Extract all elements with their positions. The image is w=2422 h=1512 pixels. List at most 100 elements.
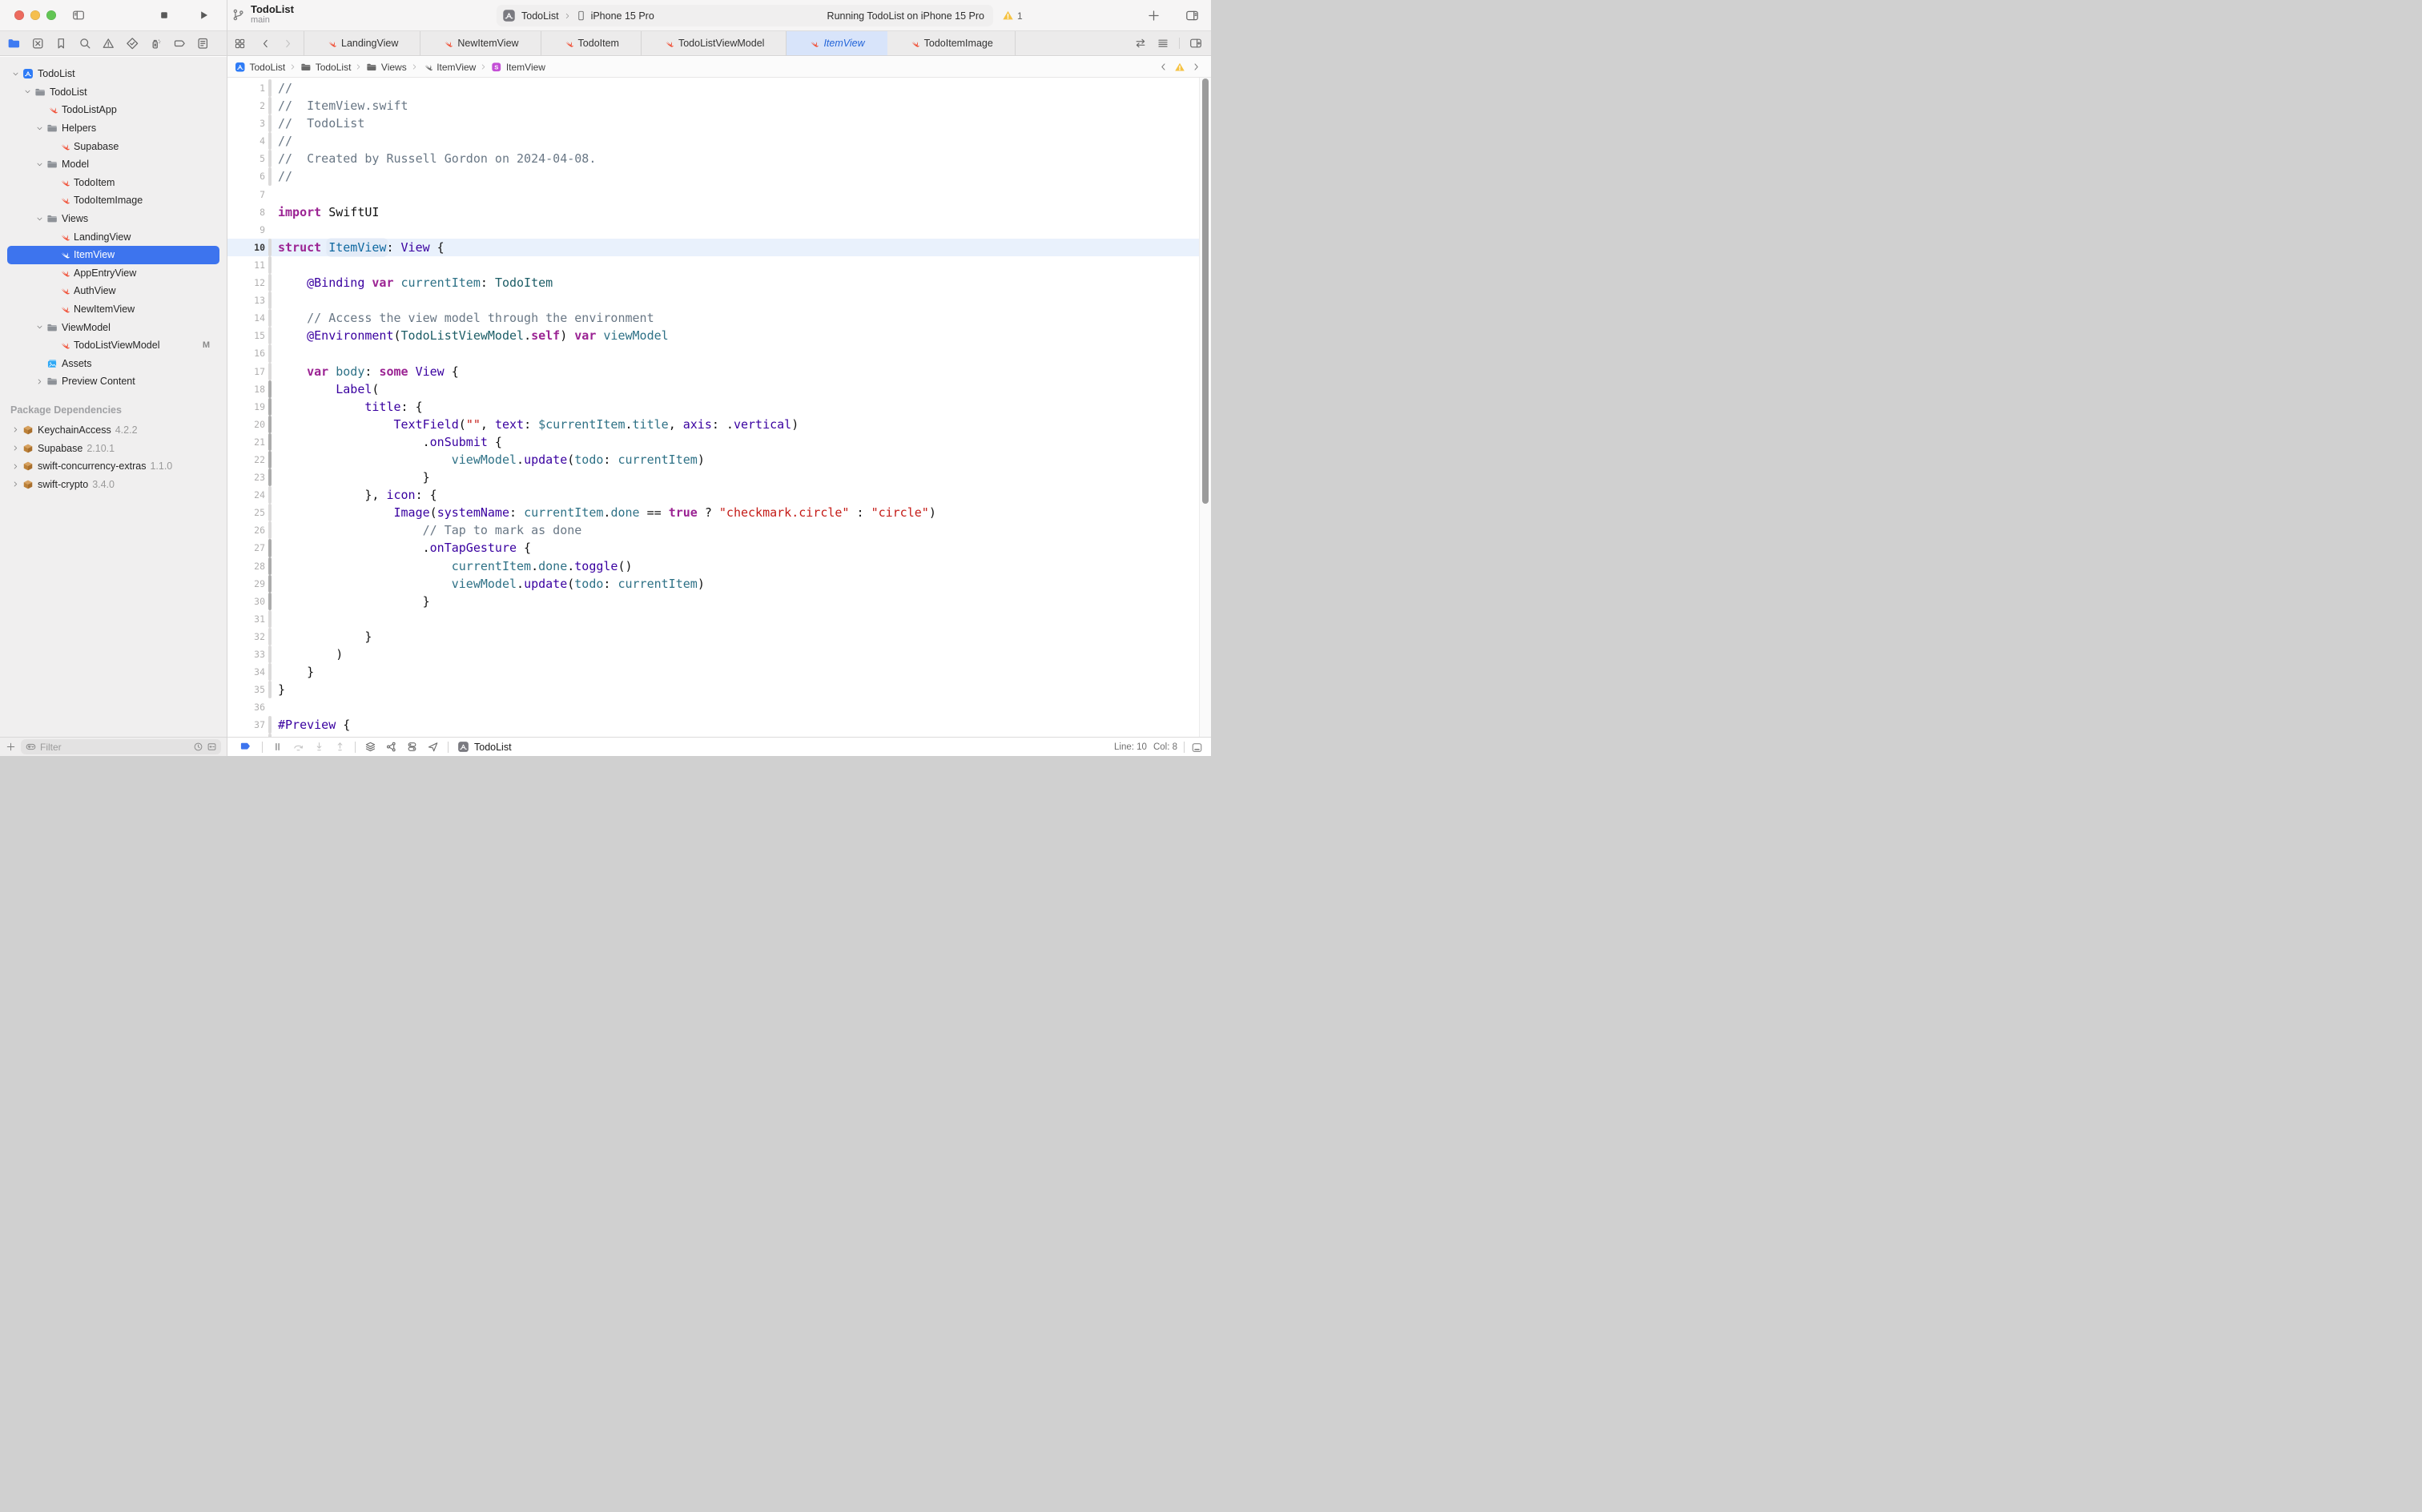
go-forward-icon[interactable]: [282, 38, 294, 50]
warning-badge[interactable]: 1: [1002, 0, 1023, 31]
code-line-26[interactable]: 26 // Tap to mark as done: [227, 521, 1211, 539]
code-line-19[interactable]: 19 title: {: [227, 398, 1211, 416]
view-hierarchy-icon[interactable]: [364, 741, 376, 753]
code-line-4[interactable]: 4//: [227, 132, 1211, 150]
bookmarks-navigator-icon[interactable]: [54, 37, 68, 50]
tree-item-helpers[interactable]: Helpers: [7, 119, 219, 138]
code-line-8[interactable]: 8import SwiftUI: [227, 203, 1211, 221]
breadcrumb-item-itemview-3[interactable]: ItemView: [422, 62, 477, 73]
tree-item-views[interactable]: Views: [7, 210, 219, 228]
debug-navigator-icon[interactable]: [149, 37, 163, 50]
disclosure-down-icon[interactable]: [35, 124, 46, 133]
code-line-1[interactable]: 1//: [227, 79, 1211, 97]
disclosure-right-icon[interactable]: [11, 444, 22, 452]
close-window-icon[interactable]: [14, 10, 24, 20]
environment-overrides-icon[interactable]: [406, 741, 418, 753]
disclosure-down-icon[interactable]: [11, 70, 22, 78]
code-line-9[interactable]: 9: [227, 221, 1211, 239]
project-navigator-icon[interactable]: [7, 37, 21, 50]
code-line-5[interactable]: 5// Created by Russell Gordon on 2024-04…: [227, 150, 1211, 167]
tree-item-todolist[interactable]: TodoList: [7, 65, 219, 83]
scheme-name[interactable]: TodoList: [521, 10, 559, 22]
breadcrumb-item-itemview-4[interactable]: SItemView: [491, 62, 545, 73]
code-line-35[interactable]: 35}: [227, 681, 1211, 698]
toggle-navigator-icon[interactable]: [72, 9, 85, 22]
tab-todoitemimage[interactable]: TodoItemImage: [887, 31, 1016, 55]
code-line-23[interactable]: 23 }: [227, 468, 1211, 486]
run-button[interactable]: [197, 9, 210, 22]
find-navigator-icon[interactable]: [78, 37, 92, 50]
package-item-swift-concurrency-extras[interactable]: swift-concurrency-extras1.1.0: [7, 457, 219, 476]
tab-todoitem[interactable]: TodoItem: [541, 31, 642, 55]
stop-button[interactable]: [158, 9, 171, 22]
code-line-10[interactable]: 10struct ItemView: View {: [227, 239, 1211, 256]
code-line-20[interactable]: 20 TextField("", text: $currentItem.titl…: [227, 416, 1211, 433]
previous-issue-icon[interactable]: [1158, 62, 1169, 72]
source-control-filter-icon[interactable]: [207, 742, 217, 752]
zoom-window-icon[interactable]: [46, 10, 56, 20]
scrollbar-thumb[interactable]: [1202, 78, 1209, 504]
code-line-37[interactable]: 37#Preview {: [227, 716, 1211, 734]
code-line-29[interactable]: 29 viewModel.update(todo: currentItem): [227, 575, 1211, 593]
memory-graph-icon[interactable]: [385, 741, 397, 753]
package-item-supabase[interactable]: Supabase2.10.1: [7, 439, 219, 457]
recent-files-icon[interactable]: [193, 742, 203, 752]
tree-item-todoitemimage[interactable]: TodoItemImage: [7, 191, 219, 210]
source-control-navigator-icon[interactable]: [31, 37, 45, 50]
toggle-inspectors-icon[interactable]: [1185, 9, 1199, 22]
breakpoints-toggle[interactable]: [238, 742, 253, 752]
adjust-editor-options-icon[interactable]: [1157, 37, 1169, 50]
tab-landingview[interactable]: LandingView: [304, 31, 420, 55]
tree-item-preview-content[interactable]: Preview Content: [7, 372, 219, 391]
pause-icon[interactable]: [272, 741, 284, 753]
tree-item-todolist[interactable]: TodoList: [7, 83, 219, 102]
code-line-6[interactable]: 6//: [227, 167, 1211, 185]
package-item-keychainaccess[interactable]: KeychainAccess4.2.2: [7, 421, 219, 440]
breadcrumb-item-todolist-0[interactable]: TodoList: [235, 62, 285, 73]
go-back-icon[interactable]: [260, 38, 272, 50]
add-editor-icon[interactable]: [1189, 37, 1202, 50]
breadcrumb-item-todolist-1[interactable]: TodoList: [300, 62, 351, 73]
tab-todolistviewmodel[interactable]: TodoListViewModel: [642, 31, 787, 55]
editor-only-icon[interactable]: [1191, 742, 1203, 754]
code-line-30[interactable]: 30 }: [227, 593, 1211, 610]
next-issue-icon[interactable]: [1191, 62, 1201, 72]
issues-navigator-icon[interactable]: [102, 37, 115, 50]
tree-item-authview[interactable]: AuthView: [7, 282, 219, 300]
tree-item-todolistviewmodel[interactable]: TodoListViewModelM: [7, 336, 219, 355]
tree-item-newitemview[interactable]: NewItemView: [7, 300, 219, 319]
tree-item-assets[interactable]: Assets: [7, 355, 219, 373]
code-line-28[interactable]: 28 currentItem.done.toggle(): [227, 557, 1211, 575]
add-button[interactable]: [1147, 9, 1161, 22]
tree-item-todolistapp[interactable]: TodoListApp: [7, 101, 219, 119]
tree-item-viewmodel[interactable]: ViewModel: [7, 318, 219, 336]
code-review-icon[interactable]: [1134, 37, 1147, 50]
disclosure-right-icon[interactable]: [11, 480, 22, 489]
tree-item-todoitem[interactable]: TodoItem: [7, 174, 219, 192]
tree-item-landingview[interactable]: LandingView: [7, 227, 219, 246]
filter-field[interactable]: Filter: [21, 739, 221, 754]
code-line-2[interactable]: 2// ItemView.swift: [227, 97, 1211, 115]
code-line-12[interactable]: 12 @Binding var currentItem: TodoItem: [227, 274, 1211, 292]
code-line-11[interactable]: 11: [227, 256, 1211, 274]
code-line-7[interactable]: 7: [227, 186, 1211, 203]
disclosure-right-icon[interactable]: [11, 425, 22, 434]
disclosure-right-icon[interactable]: [35, 377, 46, 386]
reports-navigator-icon[interactable]: [196, 37, 210, 50]
tree-item-appentryview[interactable]: AppEntryView: [7, 264, 219, 283]
code-line-3[interactable]: 3// TodoList: [227, 115, 1211, 132]
scrollbar[interactable]: [1199, 78, 1211, 737]
filter-icon[interactable]: [25, 742, 37, 752]
code-line-24[interactable]: 24 }, icon: {: [227, 486, 1211, 504]
breakpoints-navigator-icon[interactable]: [173, 37, 187, 50]
simulate-location-icon[interactable]: [427, 741, 439, 753]
disclosure-down-icon[interactable]: [23, 87, 34, 96]
code-line-25[interactable]: 25 Image(systemName: currentItem.done ==…: [227, 504, 1211, 521]
code-line-16[interactable]: 16: [227, 344, 1211, 362]
code-line-18[interactable]: 18 Label(: [227, 380, 1211, 398]
code-line-15[interactable]: 15 @Environment(TodoListViewModel.self) …: [227, 327, 1211, 344]
breadcrumb-item-views-2[interactable]: Views: [366, 62, 406, 73]
scheme-selector[interactable]: TodoList iPhone 15 Pro Running TodoList …: [497, 5, 993, 26]
tab-newitemview[interactable]: NewItemView: [420, 31, 541, 55]
code-line-14[interactable]: 14 // Access the view model through the …: [227, 309, 1211, 327]
